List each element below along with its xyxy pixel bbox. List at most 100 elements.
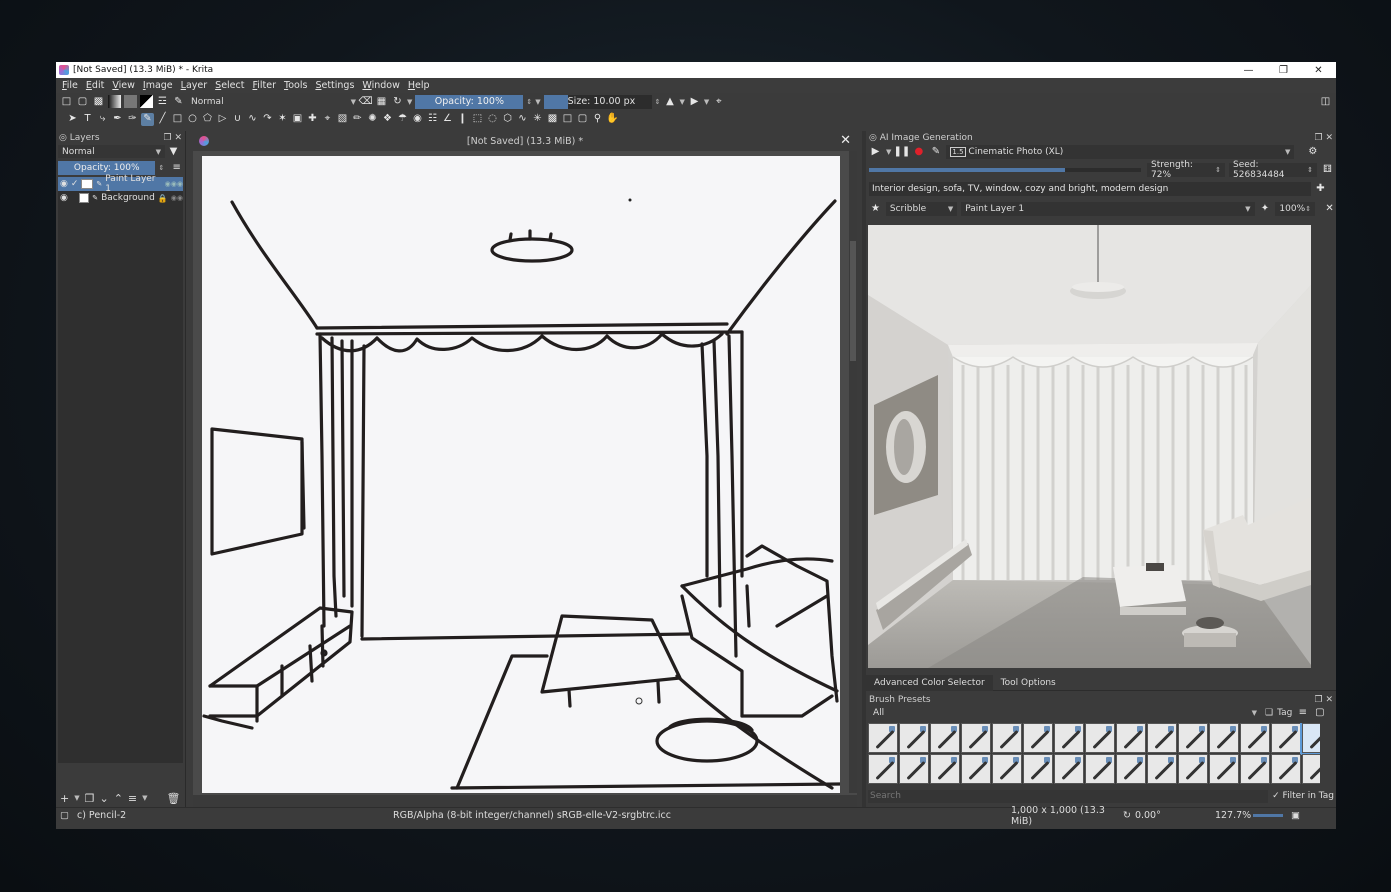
menu-tools[interactable]: Tools	[284, 80, 307, 91]
bezier-tool-icon[interactable]: ∪	[231, 113, 244, 126]
brush-preset-tile[interactable]	[961, 754, 991, 784]
strength-spinbox[interactable]: Strength: 72% ⇕	[1147, 160, 1225, 180]
polygon-select-icon[interactable]: ⬡	[501, 113, 514, 126]
crop-tool-icon[interactable]: ⌖	[321, 113, 334, 126]
brush-preset-tile[interactable]	[1302, 754, 1320, 784]
docker-lock-icon[interactable]: ◎	[59, 133, 67, 143]
menu-image[interactable]: Image	[143, 80, 173, 91]
fit-view-icon[interactable]: ▣	[1291, 810, 1300, 821]
menu-view[interactable]: View	[112, 80, 135, 91]
menu-window[interactable]: Window	[362, 80, 399, 91]
line-tool-icon[interactable]: ╱	[156, 113, 169, 126]
dynamic-brush-icon[interactable]: ↷	[261, 113, 274, 126]
brush-editor-icon[interactable]: ✎	[172, 95, 185, 108]
panel-layout-icon[interactable]: ◫	[1319, 95, 1332, 108]
docker-float-close-icons[interactable]: ❐ ✕	[164, 133, 182, 143]
polyline-tool-icon[interactable]: ▷	[216, 113, 229, 126]
menu-help[interactable]: Help	[408, 80, 430, 91]
pan-tool-icon[interactable]: ✋	[606, 113, 619, 126]
rect-select-icon[interactable]: ⬚	[471, 113, 484, 126]
duplicate-layer-icon[interactable]: ❐	[85, 792, 95, 805]
menu-filter[interactable]: Filter	[252, 80, 276, 91]
move-tool-icon[interactable]: ✚	[306, 113, 319, 126]
brush-preset-tile[interactable]	[1116, 723, 1146, 753]
brush-preset-tile[interactable]	[1147, 723, 1177, 753]
brush-preset-tile[interactable]	[961, 723, 991, 753]
chevron-down-icon[interactable]: ▼	[535, 98, 540, 106]
fill-tool-icon[interactable]: ☂	[396, 113, 409, 126]
chevron-down-icon[interactable]: ▼	[680, 98, 685, 106]
docker-float-close-icons[interactable]: ❐ ✕	[1315, 133, 1333, 143]
color-picker-icon[interactable]: ✏	[351, 113, 364, 126]
close-window-icon[interactable]: ✕	[1301, 65, 1336, 76]
rectangle-tool-icon[interactable]: □	[171, 113, 184, 126]
list-view-icon[interactable]: ≡	[1296, 707, 1309, 720]
open-folder-icon[interactable]: ▢	[76, 95, 89, 108]
brush-preset-tile[interactable]	[1147, 754, 1177, 784]
bookmark-icon[interactable]: ❑	[1265, 708, 1273, 718]
select-shapes-icon[interactable]: ➤	[66, 113, 79, 126]
layer-row-background[interactable]: ◉ ✎ Background 🔒 ◉◉	[58, 191, 183, 205]
layer-menu-icon[interactable]: ≡	[170, 162, 183, 175]
multibrush-icon[interactable]: ✶	[276, 113, 289, 126]
menu-settings[interactable]: Settings	[315, 80, 354, 91]
menu-select[interactable]: Select	[215, 80, 244, 91]
filter-in-tag-checkbox[interactable]: ✓ Filter in Tag	[1272, 791, 1334, 801]
brush-preset-tile[interactable]	[1271, 754, 1301, 784]
layer-blend-mode-select[interactable]: Normal ▼	[58, 145, 165, 158]
move-layer-up-icon[interactable]: ⌃	[114, 792, 123, 805]
filter-icon[interactable]: ▼	[167, 145, 180, 158]
layer-check-icon[interactable]: ✓	[71, 179, 79, 189]
save-icon[interactable]: ▩	[92, 95, 105, 108]
transform-tool-icon[interactable]: ▣	[291, 113, 304, 126]
brush-preset-tile[interactable]	[930, 723, 960, 753]
add-region-icon[interactable]: ✚	[1314, 183, 1327, 196]
brush-preset-tile[interactable]	[992, 723, 1022, 753]
brush-tag-filter-select[interactable]: All ▼	[869, 706, 1261, 720]
generated-image-preview[interactable]	[868, 225, 1311, 668]
menu-edit[interactable]: Edit	[86, 80, 104, 91]
minimize-icon[interactable]: —	[1231, 65, 1266, 76]
edit-shapes-icon[interactable]: ⤷	[96, 113, 109, 126]
remove-control-icon[interactable]: ✕	[1323, 203, 1336, 216]
gradient-swatch[interactable]	[108, 95, 121, 108]
record-icon[interactable]: ●	[912, 146, 925, 159]
layer-properties-icons[interactable]: ◉◉◉	[165, 180, 183, 188]
measure-tool-icon[interactable]: ∠	[441, 113, 454, 126]
menu-layer[interactable]: Layer	[181, 80, 208, 91]
magnetic-select-icon[interactable]: ▢	[576, 113, 589, 126]
scrollbar-thumb[interactable]	[850, 241, 856, 361]
brush-preset-tile[interactable]	[1116, 754, 1146, 784]
brush-status-icon[interactable]: ▢	[60, 810, 69, 821]
alpha-lock-icon[interactable]: ▦	[375, 95, 388, 108]
brush-preset-tile[interactable]	[1023, 754, 1053, 784]
chevron-down-icon[interactable]: ▼	[886, 148, 891, 156]
close-document-icon[interactable]: ✕	[840, 133, 851, 148]
layer-row-paint-layer-1[interactable]: ◉ ✓ ✎ Paint Layer 1 ◉◉◉	[58, 174, 183, 194]
settings-gear-icon[interactable]: ⚙	[1306, 146, 1319, 159]
spin-icon[interactable]: ⇕	[655, 98, 661, 106]
generate-play-icon[interactable]: ▶	[869, 146, 882, 159]
reference-tool-icon[interactable]: ☷	[426, 113, 439, 126]
enclose-fill-icon[interactable]: ◉	[411, 113, 424, 126]
reload-preset-icon[interactable]: ↻	[391, 95, 404, 108]
brush-preset-tile[interactable]	[1178, 723, 1208, 753]
docker-lock-icon[interactable]: ◎	[869, 133, 877, 143]
chevron-down-icon[interactable]: ▼	[407, 98, 412, 106]
gradient-tool-icon[interactable]: ▧	[336, 113, 349, 126]
layer-properties-icon[interactable]: ≡	[128, 792, 137, 805]
spin-icon[interactable]: ⇕	[526, 98, 532, 106]
freehand-path-icon[interactable]: ∿	[246, 113, 259, 126]
brush-preset-tile[interactable]	[899, 754, 929, 784]
delete-layer-icon[interactable]: 🗑	[167, 792, 181, 805]
brush-preset-tile[interactable]	[1209, 754, 1239, 784]
brush-preset-tile[interactable]	[1271, 723, 1301, 753]
size-slider[interactable]: Size: 10.00 px	[543, 94, 652, 109]
eraser-icon[interactable]: ⌫	[358, 95, 372, 108]
docker-float-close-icons[interactable]: ❐ ✕	[1315, 695, 1333, 705]
smart-patch-icon[interactable]: ✺	[366, 113, 379, 126]
new-document-icon[interactable]: □	[60, 95, 73, 108]
pause-icon[interactable]: ❚❚	[894, 146, 911, 159]
polygon-tool-icon[interactable]: ⬠	[201, 113, 214, 126]
canvas-horizontal-scrollbar[interactable]	[193, 795, 857, 807]
